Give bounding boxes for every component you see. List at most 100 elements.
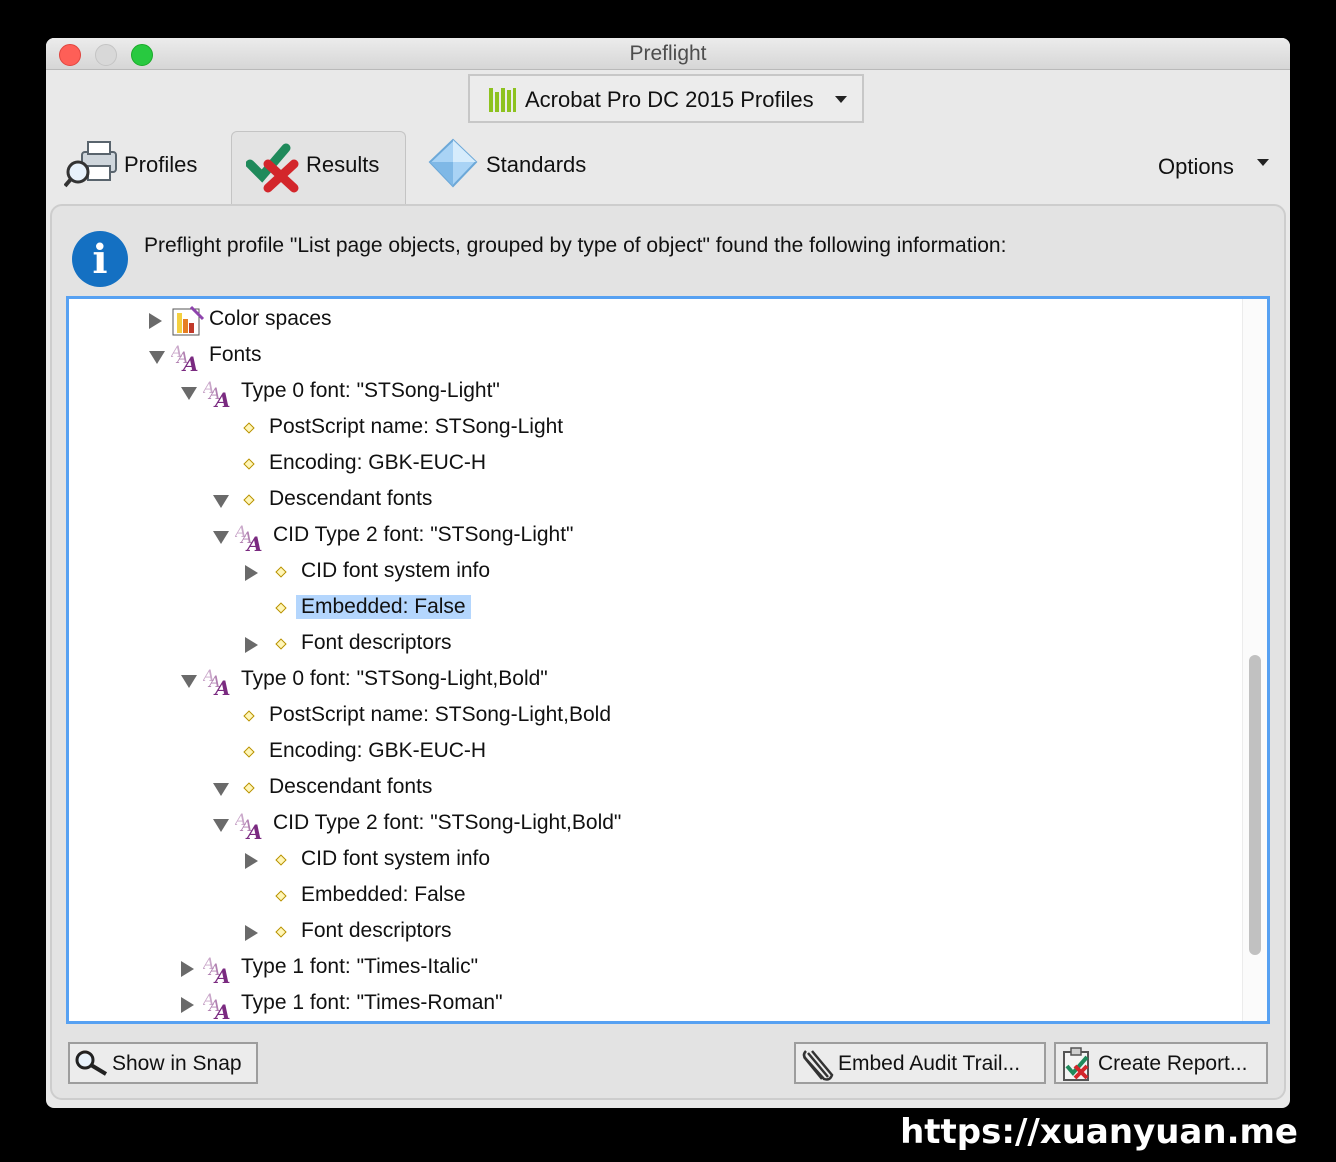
tree-item-font[interactable]: A A A Type 0 font: "STSong-Light,Bold" <box>69 663 1243 700</box>
disclosure-collapsed-icon[interactable] <box>181 997 194 1013</box>
tree-item-property[interactable]: PostScript name: STSong-Light <box>69 411 1243 447</box>
tree-item-label: Font descriptors <box>301 631 452 654</box>
tree-item-property[interactable]: Font descriptors <box>69 627 1243 663</box>
disclosure-collapsed-icon[interactable] <box>245 925 258 941</box>
tab-standards[interactable]: Standards <box>428 138 608 190</box>
tab-profiles[interactable]: Profiles <box>64 138 214 190</box>
show-in-snap-label: Show in Snap <box>112 1052 242 1075</box>
disclosure-collapsed-icon[interactable] <box>245 853 258 869</box>
tree-item-color-spaces[interactable]: Color spaces <box>69 303 1243 339</box>
embed-audit-trail-label: Embed Audit Trail... <box>838 1052 1021 1075</box>
tree-item-label: Type 1 font: "Times-Roman" <box>241 991 503 1014</box>
svg-text:A: A <box>245 820 263 841</box>
tree-item-property[interactable]: Encoding: GBK-EUC-H <box>69 447 1243 483</box>
preflight-window: Preflight Acrobat Pro DC 2015 Profiles P… <box>46 38 1290 1108</box>
watermark-url: https://xuanyuan.me <box>900 1112 1298 1152</box>
magnifier-icon <box>75 1050 108 1076</box>
scrollbar-thumb[interactable] <box>1249 655 1261 955</box>
profile-library-select[interactable]: Acrobat Pro DC 2015 Profiles <box>468 74 864 123</box>
tab-standards-label: Standards <box>486 152 587 177</box>
library-bars-icon <box>489 88 516 112</box>
tree-item-property[interactable]: PostScript name: STSong-Light,Bold <box>69 699 1243 735</box>
tree-item-label: Fonts <box>209 343 262 366</box>
printer-magnifier-icon <box>64 141 117 188</box>
tree-item-label: CID font system info <box>301 847 491 870</box>
diamond-icon <box>428 138 478 188</box>
disclosure-collapsed-icon[interactable] <box>149 313 162 329</box>
svg-text:A: A <box>213 676 231 697</box>
svg-text:A: A <box>213 1000 231 1021</box>
disclosure-expanded-icon[interactable] <box>213 531 229 544</box>
font-icon: AAA <box>201 377 237 412</box>
disclosure-collapsed-icon[interactable] <box>181 961 194 977</box>
info-message: Preflight profile "List page objects, gr… <box>144 234 1007 257</box>
tree-item-cid-font[interactable]: A A A CID Type 2 font: "STSong-Light" <box>69 519 1243 556</box>
tree-item-font[interactable]: A A A Type 1 font: "Times-Roman" <box>69 987 1243 1021</box>
property-diamond-icon <box>275 602 287 614</box>
tree-item-fonts[interactable]: A A A Fonts <box>69 339 1243 376</box>
font-icon: AAA <box>201 665 237 700</box>
property-diamond-icon <box>243 422 255 434</box>
disclosure-expanded-icon[interactable] <box>213 819 229 832</box>
tree-item-property[interactable]: Font descriptors <box>69 915 1243 951</box>
tree-item-descendant-fonts[interactable]: Descendant fonts <box>69 483 1243 519</box>
tree-item-label: Color spaces <box>209 307 332 330</box>
disclosure-expanded-icon[interactable] <box>149 351 165 364</box>
svg-text:A: A <box>245 532 263 553</box>
tree-item-property[interactable]: CID font system info <box>69 555 1243 591</box>
profile-library-label: Acrobat Pro DC 2015 Profiles <box>525 87 814 112</box>
tree-item-label: CID font system info <box>301 559 491 582</box>
property-diamond-icon <box>275 890 287 902</box>
tree-item-label: Descendant fonts <box>269 487 433 510</box>
property-diamond-icon <box>275 854 287 866</box>
tree-item-label: Embedded: False <box>296 595 471 619</box>
tree-item-font[interactable]: A A A Type 0 font: "STSong-Light" <box>69 375 1243 412</box>
disclosure-expanded-icon[interactable] <box>213 495 229 508</box>
disclosure-expanded-icon[interactable] <box>181 675 197 688</box>
tree-item-font[interactable]: A A A Type 1 font: "Times-Italic" <box>69 951 1243 988</box>
property-diamond-icon <box>243 782 255 794</box>
tree-item-descendant-fonts[interactable]: Descendant fonts <box>69 771 1243 807</box>
svg-text:A: A <box>213 964 231 985</box>
disclosure-expanded-icon[interactable] <box>181 387 197 400</box>
report-check-icon <box>1063 1047 1089 1081</box>
property-diamond-icon <box>243 746 255 758</box>
chevron-down-icon <box>835 96 847 103</box>
font-icon: AAA <box>233 521 269 556</box>
disclosure-expanded-icon[interactable] <box>213 783 229 796</box>
create-report-button[interactable]: Create Report... <box>1054 1042 1268 1084</box>
chevron-down-icon <box>1257 159 1269 166</box>
create-report-label: Create Report... <box>1098 1052 1248 1075</box>
disclosure-collapsed-icon[interactable] <box>245 637 258 653</box>
property-diamond-icon <box>275 638 287 650</box>
font-icon: AAA <box>169 341 205 376</box>
tree-item-property[interactable]: Embedded: False <box>69 591 1243 627</box>
color-spaces-icon <box>171 305 205 337</box>
disclosure-collapsed-icon[interactable] <box>245 565 258 581</box>
tree-item-label: Encoding: GBK-EUC-H <box>269 739 487 762</box>
tab-results[interactable]: Results <box>246 138 396 193</box>
tree-item-label: Encoding: GBK-EUC-H <box>269 451 487 474</box>
svg-text:A: A <box>181 352 199 373</box>
tree-item-cid-font[interactable]: A A A CID Type 2 font: "STSong-Light,Bold" <box>69 807 1243 844</box>
tree-item-label: CID Type 2 font: "STSong-Light" <box>273 523 574 546</box>
window-title: Preflight <box>629 42 707 65</box>
scrollbar-track[interactable] <box>1242 299 1267 1021</box>
font-icon: AAA <box>201 989 237 1021</box>
tree-item-label: Type 0 font: "STSong-Light" <box>241 379 500 402</box>
tree-item-property[interactable]: Embedded: False <box>69 879 1243 915</box>
tab-results-label: Results <box>306 152 380 177</box>
tree-item-label: Type 1 font: "Times-Italic" <box>241 955 479 978</box>
embed-audit-trail-button[interactable]: Embed Audit Trail... <box>794 1042 1046 1084</box>
tree-item-property[interactable]: CID font system info <box>69 843 1243 879</box>
property-diamond-icon <box>275 926 287 938</box>
font-icon: AAA <box>201 953 237 988</box>
property-diamond-icon <box>243 494 255 506</box>
tree-item-property[interactable]: Encoding: GBK-EUC-H <box>69 735 1243 771</box>
results-tree[interactable]: Color spaces A A A Fonts A A A Type 0 font: "STS… <box>66 296 1270 1024</box>
info-icon: i <box>72 231 128 287</box>
show-in-snap-button[interactable]: Show in Snap <box>68 1042 258 1084</box>
options-menu[interactable]: Options <box>1156 152 1276 184</box>
tab-profiles-label: Profiles <box>124 152 198 177</box>
tree-item-label: CID Type 2 font: "STSong-Light,Bold" <box>273 811 622 834</box>
